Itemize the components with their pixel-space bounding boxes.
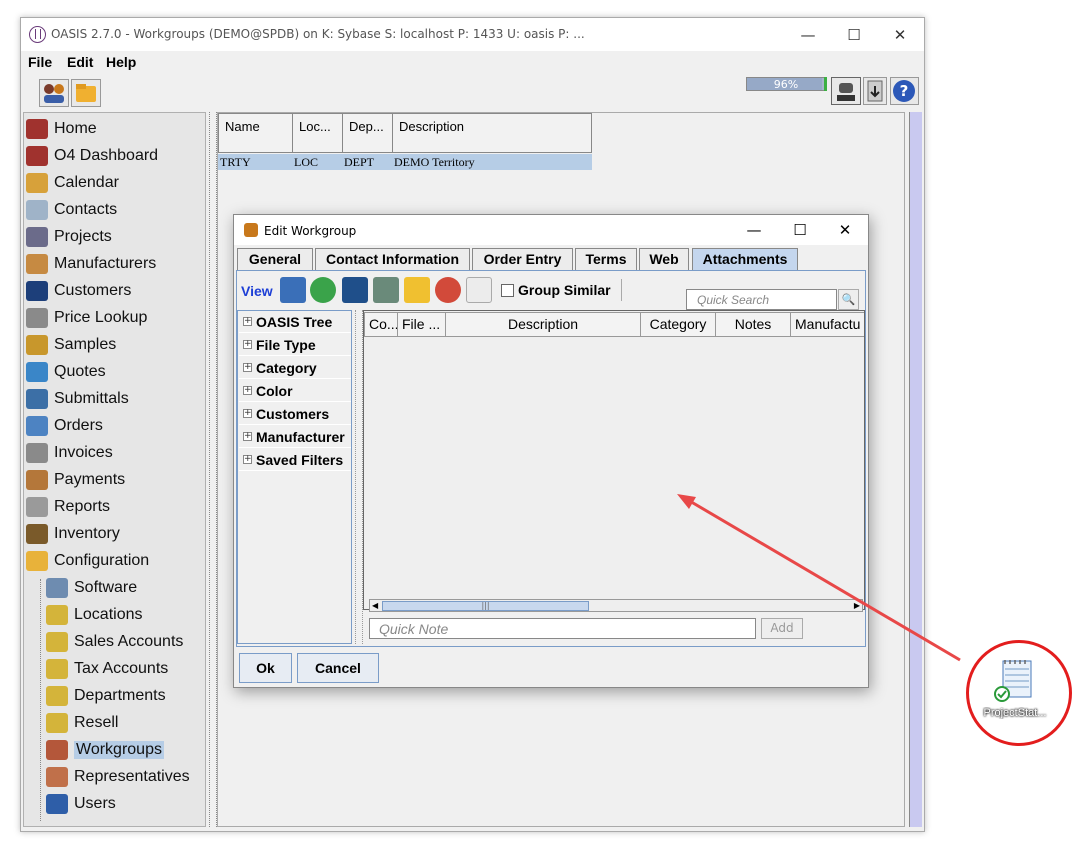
annotation-arrow [677, 494, 961, 662]
desktop-icon-label[interactable]: ProjectStat... [975, 707, 1055, 719]
notepad-file-icon[interactable] [993, 657, 1037, 703]
